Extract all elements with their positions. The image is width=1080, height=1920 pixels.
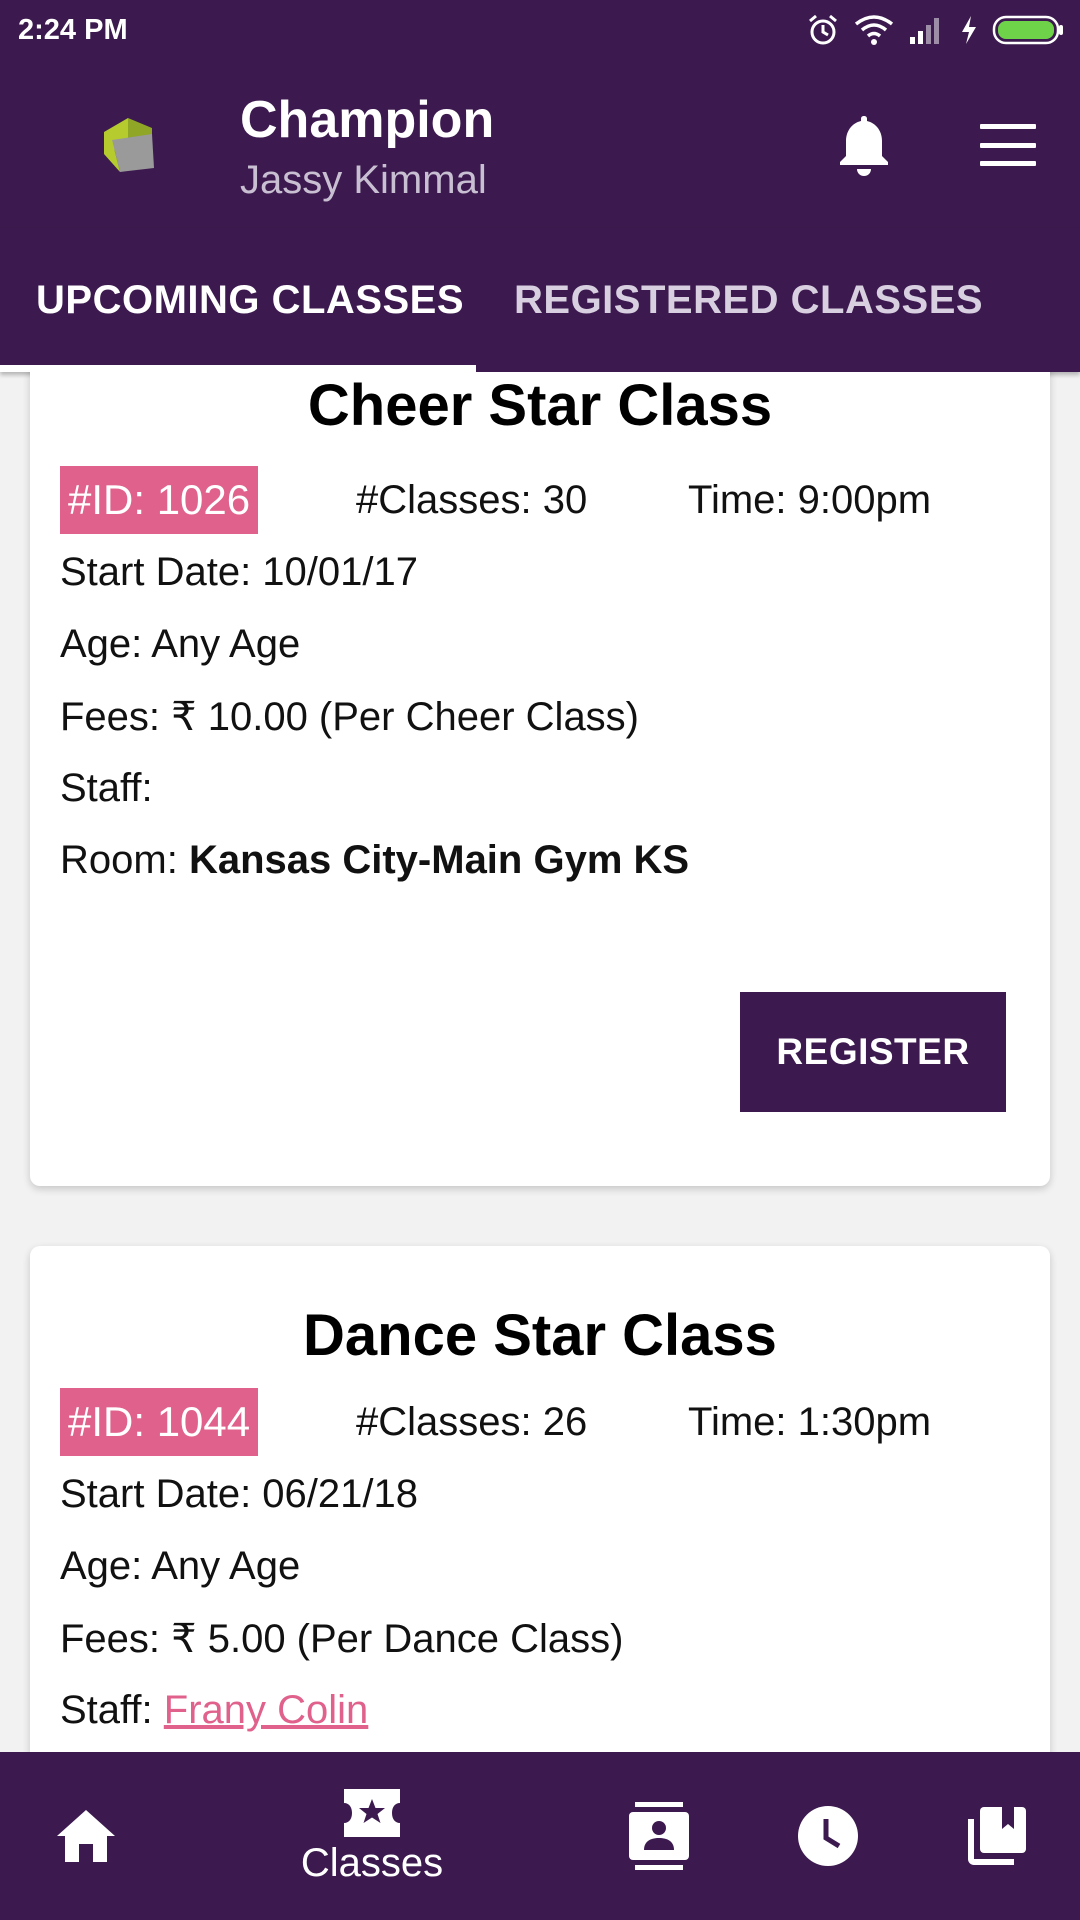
notification-bell-icon[interactable] (836, 112, 892, 178)
nav-classes[interactable]: Classes (288, 1752, 456, 1920)
class-time: Time: 9:00pm (688, 478, 932, 522)
nav-home[interactable] (46, 1752, 126, 1920)
bottom-navigation: Classes (0, 1752, 1080, 1920)
class-start-date: Start Date: 10/01/17 (60, 550, 419, 594)
class-staff: Staff: Frany Colin (60, 1688, 368, 1733)
battery-icon (992, 15, 1063, 45)
class-fees: Fees: ₹ 10.00 (Per Cheer Class) (60, 695, 640, 739)
class-title: Dance Star Class (303, 1303, 777, 1368)
logo-icon (104, 118, 154, 172)
class-fees: Fees: ₹ 5.00 (Per Dance Class) (60, 1617, 624, 1661)
user-name: Jassy Kimmal (240, 158, 487, 202)
class-time: Time: 1:30pm (688, 1400, 932, 1444)
class-title: Cheer Star Class (307, 373, 773, 438)
home-icon (57, 1810, 115, 1862)
class-room: Room: Kansas City-Main Gym KS (60, 838, 689, 883)
clock-icon (798, 1806, 858, 1866)
charging-icon (962, 16, 976, 44)
tab-registered-classes[interactable]: REGISTERED CLASSES (514, 278, 983, 323)
register-button[interactable]: REGISTER (740, 992, 1006, 1112)
class-card: Dance Star Class #ID: 1044 #Classes: 26 … (30, 1246, 1050, 1752)
staff-name-link[interactable]: Frany Colin (164, 1688, 369, 1732)
tab-upcoming-classes[interactable]: UPCOMING CLASSES (36, 278, 464, 323)
alarm-icon (809, 14, 837, 45)
nav-library[interactable] (966, 1752, 1028, 1920)
library-books-icon (968, 1807, 1026, 1865)
nav-contacts[interactable] (626, 1752, 692, 1920)
class-staff: Staff: (60, 766, 153, 811)
status-time: 2:24 PM (18, 13, 128, 46)
nav-classes-label: Classes (300, 1840, 444, 1885)
class-age: Age: Any Age (60, 1544, 301, 1588)
staff-label: Staff: (60, 766, 153, 810)
status-icons (806, 13, 1064, 47)
ticket-star-icon (344, 1788, 400, 1837)
class-start-date: Start Date: 06/21/18 (60, 1472, 419, 1516)
nav-history[interactable] (796, 1752, 860, 1920)
status-bar: 2:24 PM (0, 0, 1080, 60)
room-label: Room: (60, 838, 178, 882)
app-header: Champion Jassy Kimmal (0, 60, 1080, 228)
app-title: Champion (240, 91, 495, 149)
class-count: #Classes: 26 (356, 1400, 588, 1444)
contacts-icon (629, 1802, 689, 1870)
class-card: Cheer Star Class #ID: 1026 #Classes: 30 … (30, 372, 1050, 1186)
wifi-icon (854, 15, 894, 45)
staff-label: Staff: (60, 1688, 153, 1732)
class-count: #Classes: 30 (356, 478, 588, 522)
class-id-badge: #ID: 1026 (60, 466, 259, 534)
signal-icon (910, 18, 939, 44)
active-tab-indicator (0, 365, 476, 372)
tab-bar: UPCOMING CLASSES REGISTERED CLASSES (0, 228, 1080, 372)
room-value: Kansas City-Main Gym KS (188, 838, 690, 882)
class-id-badge: #ID: 1044 (60, 1388, 259, 1456)
class-age: Age: Any Age (60, 622, 301, 666)
hamburger-menu-icon[interactable] (980, 124, 1036, 166)
class-list[interactable]: Cheer Star Class #ID: 1026 #Classes: 30 … (0, 372, 1080, 1752)
